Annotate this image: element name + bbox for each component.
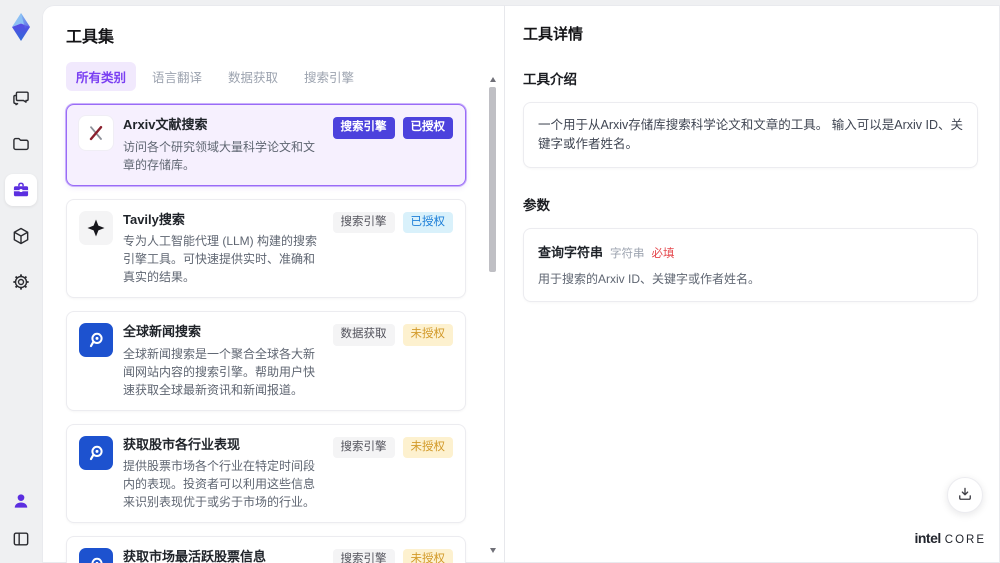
page-title: 工具集 (66, 29, 115, 46)
tool-list-panel: 工具集 所有类别 语言翻译 数据获取 搜索引擎 Arxiv文献搜索 访问各个研究… (42, 5, 505, 563)
rail-item-collapse[interactable] (5, 523, 37, 555)
tool-card[interactable]: 获取市场最活跃股票信息 提供当天交易量最高的股票列表，投资者可以利用这些信息来识… (66, 536, 466, 563)
rail-item-files[interactable] (5, 128, 37, 160)
search-magnifier-icon (91, 557, 103, 563)
tool-description: 专为人工智能代理 (LLM) 构建的搜索引擎工具。可快速提供实时、准确和真实的结… (123, 234, 318, 285)
scroll-up-arrow-icon[interactable] (490, 77, 496, 82)
tool-info: Tavily搜索 专为人工智能代理 (LLM) 构建的搜索引擎工具。可快速提供实… (123, 211, 323, 287)
category-tabs: 所有类别 语言翻译 数据获取 搜索引擎 (66, 62, 478, 91)
rail-item-packages[interactable] (5, 220, 37, 252)
search-magnifier-icon (89, 445, 103, 460)
arxiv-icon (89, 126, 103, 141)
tool-card[interactable]: Arxiv文献搜索 访问各个研究领域大量科学论文和文章的存储库。 搜索引擎 已授… (66, 104, 466, 186)
category-tab[interactable]: 所有类别 (66, 62, 137, 91)
tool-name: 获取市场最活跃股票信息 (123, 549, 267, 563)
tool-icon (79, 435, 113, 470)
param-description: 用于搜索的Arxiv ID、关键字或作者姓名。 (538, 271, 761, 286)
gear-icon (11, 272, 31, 292)
tool-description: 提供股票市场各个行业在特定时间段内的表现。投资者可以利用这些信息来识别表现优于或… (123, 459, 316, 510)
tool-intro-text: 一个用于从Arxiv存储库搜索科学论文和文章的工具。 输入可以是Arxiv ID… (523, 102, 978, 168)
tool-cards: Arxiv文献搜索 访问各个研究领域大量科学论文和文章的存储库。 搜索引擎 已授… (66, 104, 478, 563)
rail-item-chat[interactable] (5, 82, 37, 114)
tool-icon (79, 116, 113, 150)
tool-info: 全球新闻搜索 全球新闻搜索是一个聚合全球各大新闻网站内容的搜索引擎。帮助用户快速… (123, 323, 323, 399)
tool-badges: 搜索引擎 未授权 (332, 548, 453, 563)
left-rail (0, 0, 42, 563)
scroll-down-arrow-icon[interactable] (490, 548, 496, 553)
param-required-flag: 必填 (651, 247, 675, 260)
tool-name: Arxiv文献搜索 (123, 117, 208, 132)
tool-description: 全球新闻搜索是一个聚合全球各大新闻网站内容的搜索引擎。帮助用户快速获取全球最新资… (123, 346, 316, 397)
tool-icon (79, 323, 113, 358)
tool-card[interactable]: 全球新闻搜索 全球新闻搜索是一个聚合全球各大新闻网站内容的搜索引擎。帮助用户快速… (66, 311, 466, 411)
chat-icon (11, 88, 31, 108)
tool-badges: 搜索引擎 已授权 (332, 211, 453, 234)
core-logo-text: CORE (944, 534, 986, 546)
panel-collapse-icon (11, 529, 31, 549)
rail-item-tools[interactable] (5, 174, 37, 206)
tool-badges: 数据获取 未授权 (332, 323, 453, 346)
category-tab[interactable]: 数据获取 (218, 62, 288, 91)
app-logo (4, 10, 38, 44)
params-list: 查询字符串 字符串 必填 用于搜索的Arxiv ID、关键字或作者姓名。 (523, 227, 978, 302)
auth-status-badge: 未授权 (402, 324, 453, 346)
tool-info: 获取股市各行业表现 提供股票市场各个行业在特定时间段内的表现。投资者可以利用这些… (123, 436, 323, 512)
download-button[interactable] (947, 477, 983, 513)
auth-status-badge: 已授权 (402, 117, 453, 139)
category-tab[interactable]: 搜索引擎 (294, 62, 364, 91)
params-heading: 参数 (523, 197, 550, 213)
detail-title: 工具详情 (523, 26, 584, 43)
tool-description: 访问各个研究领域大量科学论文和文章的存储库。 (123, 139, 316, 172)
tool-info: Arxiv文献搜索 访问各个研究领域大量科学论文和文章的存储库。 (123, 116, 323, 174)
tool-name: 全球新闻搜索 (123, 324, 202, 340)
tool-name: 获取股市各行业表现 (123, 436, 241, 452)
param-type: 字符串 (610, 247, 645, 260)
param-name: 查询字符串 (538, 244, 604, 260)
auth-status-badge: 已授权 (402, 211, 453, 234)
category-tab[interactable]: 语言翻译 (142, 62, 212, 91)
search-magnifier-icon (89, 332, 103, 348)
tool-info: 获取市场最活跃股票信息 提供当天交易量最高的股票列表，投资者可以利用这些信息来识… (123, 548, 323, 563)
category-badge: 搜索引擎 (332, 436, 395, 459)
tool-badges: 搜索引擎 未授权 (332, 436, 453, 459)
intel-logo-text: intel (914, 530, 941, 546)
category-badge: 搜索引擎 (332, 549, 395, 563)
download-icon (956, 485, 974, 506)
tool-badges: 搜索引擎 已授权 (332, 116, 453, 139)
cube-icon (11, 226, 31, 246)
scrollbar-thumb[interactable] (489, 87, 496, 272)
tool-card[interactable]: Tavily搜索 专为人工智能代理 (LLM) 构建的搜索引擎工具。可快速提供实… (66, 198, 466, 299)
tool-card[interactable]: 获取股市各行业表现 提供股票市场各个行业在特定时间段内的表现。投资者可以利用这些… (66, 423, 466, 524)
intro-heading: 工具介绍 (523, 72, 577, 87)
toolbox-icon (11, 180, 31, 200)
param-card: 查询字符串 字符串 必填 用于搜索的Arxiv ID、关键字或作者姓名。 (523, 227, 978, 302)
tool-icon (79, 548, 113, 563)
tavily-star-icon (87, 219, 105, 237)
intel-core-logo: intel CORE (914, 530, 986, 546)
main-content: 工具集 所有类别 语言翻译 数据获取 搜索引擎 Arxiv文献搜索 访问各个研究… (42, 5, 1000, 563)
folder-icon (11, 134, 31, 154)
auth-status-badge: 未授权 (402, 549, 453, 563)
rail-item-settings[interactable] (5, 266, 37, 298)
category-badge: 数据获取 (332, 324, 395, 346)
auth-status-badge: 未授权 (402, 436, 453, 459)
rail-item-account[interactable] (5, 485, 37, 517)
list-scrollbar[interactable] (489, 75, 497, 555)
tool-detail-panel: 工具详情 工具介绍 一个用于从Arxiv存储库搜索科学论文和文章的工具。 输入可… (505, 5, 1000, 563)
tool-name: Tavily搜索 (123, 211, 185, 227)
category-badge: 搜索引擎 (332, 117, 395, 139)
user-icon (11, 491, 31, 511)
category-badge: 搜索引擎 (332, 211, 395, 234)
tool-icon (79, 210, 113, 245)
